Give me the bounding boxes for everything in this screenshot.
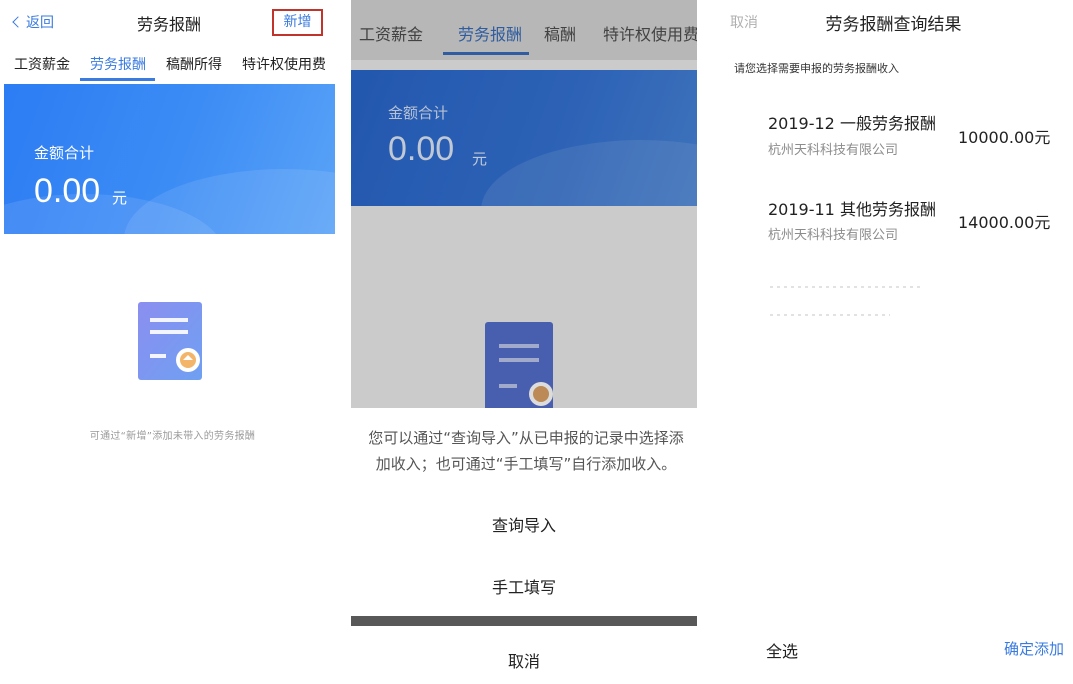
- dim-overlay[interactable]: [351, 0, 697, 408]
- document-illustration-icon: [138, 302, 208, 388]
- background-page: 工资薪金 劳务报酬 稿酬 特许权使用费 金额合计 0.00 元: [351, 0, 697, 412]
- faded-placeholder-row: [770, 314, 890, 316]
- result-item-title: 2019-11 其他劳务报酬: [768, 200, 936, 219]
- manual-entry-option[interactable]: 手工填写: [351, 574, 697, 598]
- sheet-cancel-button[interactable]: 取消: [351, 648, 697, 672]
- tab-franchise[interactable]: 特许权使用费: [242, 54, 326, 74]
- income-tabs: 工资薪金 劳务报酬 稿酬所得 特许权使用费: [0, 50, 338, 80]
- screen-labor-income-list: 返回 劳务报酬 新增 工资薪金 劳务报酬 稿酬所得 特许权使用费 金额合计 0.…: [0, 0, 338, 684]
- sheet-separator: [351, 616, 697, 626]
- select-all-button[interactable]: 全选: [766, 638, 798, 662]
- result-item-amount: 14000.00元: [958, 213, 1051, 232]
- screen-add-income-sheet: 工资薪金 劳务报酬 稿酬 特许权使用费 金额合计 0.00 元 您可以通过“查询…: [351, 0, 697, 684]
- tab-labor[interactable]: 劳务报酬: [90, 54, 146, 74]
- result-item-company: 杭州天科科技有限公司: [768, 228, 899, 243]
- add-button[interactable]: 新增: [272, 9, 323, 36]
- total-amount: 0.00: [34, 172, 101, 210]
- confirm-add-button[interactable]: 确定添加: [1004, 638, 1064, 659]
- result-item-title: 2019-12 一般劳务报酬: [768, 114, 936, 133]
- action-sheet: 您可以通过“查询导入”从已申报的记录中选择添加收入；也可通过“手工填写”自行添加…: [351, 408, 697, 684]
- total-unit: 元: [112, 189, 128, 207]
- result-item-company: 杭州天科科技有限公司: [768, 143, 899, 158]
- page-title: 劳务报酬查询结果: [825, 15, 962, 35]
- result-item-amount: 10000.00元: [958, 128, 1051, 147]
- nav-bar: 返回 劳务报酬 新增: [0, 0, 338, 44]
- screen-query-results: 取消 劳务报酬查询结果 请您选择需要申报的劳务报酬收入 2019-12 一般劳务…: [714, 0, 1073, 684]
- tab-salary[interactable]: 工资薪金: [14, 54, 70, 74]
- total-label: 金额合计: [34, 144, 95, 162]
- query-import-option[interactable]: 查询导入: [351, 512, 697, 536]
- tab-royalty[interactable]: 稿酬所得: [166, 54, 222, 74]
- empty-hint: 可通过“新增”添加未带入的劳务报酬: [89, 431, 256, 442]
- active-tab-indicator: [80, 78, 155, 81]
- sheet-description: 您可以通过“查询导入”从已申报的记录中选择添加收入；也可通过“手工填写”自行添加…: [368, 429, 684, 473]
- screenshot-root: 返回 劳务报酬 新增 工资薪金 劳务报酬 稿酬所得 特许权使用费 金额合计 0.…: [0, 0, 1073, 684]
- faded-placeholder-row: [770, 286, 920, 288]
- instruction-text: 请您选择需要申报的劳务报酬收入: [734, 62, 899, 75]
- total-banner: 金额合计 0.00 元: [4, 84, 335, 234]
